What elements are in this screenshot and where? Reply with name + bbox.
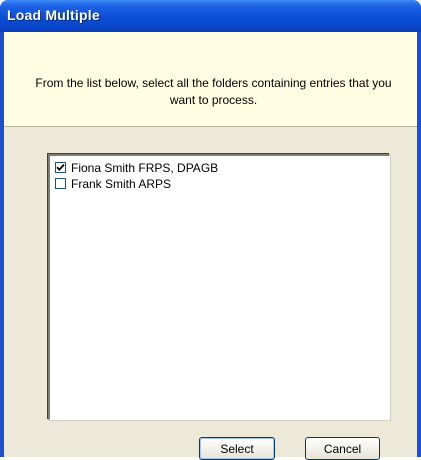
folder-label: Frank Smith ARPS — [71, 176, 172, 191]
folder-item[interactable]: Fiona Smith FRPS, DPAGB — [55, 160, 218, 175]
folder-item[interactable]: Frank Smith ARPS — [55, 176, 171, 191]
folder-label: Fiona Smith FRPS, DPAGB — [71, 160, 219, 175]
load-multiple-dialog: Load Multiple From the list below, selec… — [0, 0, 421, 460]
dialog-title: Load Multiple — [7, 7, 100, 23]
dialog-body: From the list below, select all the fold… — [4, 32, 417, 460]
instruction-panel: From the list below, select all the fold… — [4, 32, 417, 127]
folder-checkbox[interactable] — [55, 178, 66, 189]
checkmark-icon — [56, 163, 65, 171]
folder-listbox[interactable]: Fiona Smith FRPS, DPAGB Frank Smith ARPS — [48, 154, 390, 420]
instruction-text: From the list below, select all the fold… — [35, 76, 392, 107]
title-bar[interactable]: Load Multiple — [0, 0, 421, 32]
folder-checkbox[interactable] — [55, 162, 66, 173]
